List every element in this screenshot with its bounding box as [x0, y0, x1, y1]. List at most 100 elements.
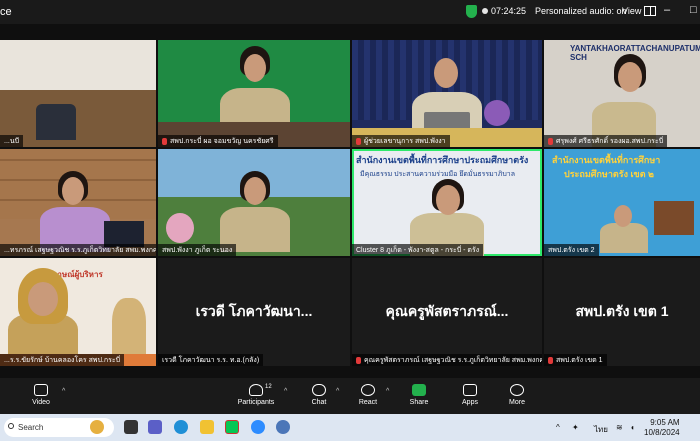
wifi-icon[interactable]: ≋ — [616, 423, 623, 432]
more-label: More — [509, 399, 525, 406]
zoom-window: ce 07:24:25 Personalized audio: on View … — [0, 0, 700, 441]
participant-face — [614, 205, 632, 227]
participant-face — [244, 177, 266, 205]
mic-muted-icon — [548, 137, 553, 145]
participant-name: ...นบี — [0, 135, 24, 147]
chat-icon — [312, 384, 326, 396]
search-placeholder: Search — [18, 423, 44, 432]
video-gallery: ...นบี สพป.กระบี่ ผอ จอมขวัญ นครชัยศรี ผ… — [0, 40, 700, 366]
meeting-timer: 07:24:25 — [491, 6, 527, 16]
more-button[interactable]: More — [492, 384, 542, 406]
participant-name: สพป.ตรัง เขต 2 — [544, 244, 599, 256]
second-person — [112, 298, 146, 356]
apps-icon — [463, 384, 477, 396]
participant-display-name: สพป.ตรัง เขต 1 — [575, 303, 669, 319]
video-tile[interactable]: YANTAKHAORATTACHANUPATUM SCH ศรุพงศ์ ศรี… — [544, 40, 700, 147]
share-label: Share — [409, 399, 429, 406]
mic-muted-icon — [356, 356, 361, 364]
zoom-app-icon[interactable] — [251, 420, 265, 434]
personalized-audio-status[interactable]: Personalized audio: on — [535, 6, 627, 16]
participant-name: สพป.กระบี่ ผอ จอมขวัญ นครชัยศรี — [158, 135, 278, 147]
participant-name: ...ทรภรณ์ เสฐษฐวณิช ร.ร.ภูเก็ตวิทยาลัย ส… — [0, 244, 156, 256]
record-icon — [482, 8, 488, 14]
train-image — [654, 201, 694, 235]
participant-face — [434, 58, 458, 88]
react-chevron-icon[interactable]: ^ — [386, 388, 389, 395]
participants-icon — [249, 384, 263, 396]
video-options-chevron-icon[interactable]: ^ — [62, 388, 65, 395]
participant-body — [600, 223, 648, 253]
video-tile[interactable]: ...นบี — [0, 40, 156, 147]
video-tile[interactable]: ...ทรภรณ์ เสฐษฐวณิช ร.ร.ภูเก็ตวิทยาลัย ส… — [0, 149, 156, 256]
participants-count-badge: 12 — [265, 384, 272, 390]
video-tile[interactable]: สพป.กระบี่ ผอ จอมขวัญ นครชัยศรี — [158, 40, 350, 147]
flower-bouquet — [484, 100, 510, 126]
office-banner: สำนักงานเขตพื้นที่การศึกษา — [552, 155, 661, 165]
office-banner: สำนักงานเขตพื้นที่การศึกษาประถมศึกษาตรัง — [356, 155, 529, 165]
participant-display-name: เรวดี โภคาวัฒนา... — [195, 303, 313, 319]
task-view-icon[interactable] — [124, 420, 138, 434]
apps-label: Apps — [462, 399, 478, 406]
line-app-icon[interactable] — [225, 420, 239, 434]
participant-name: ...ร.ร.ขัยรักษ์ บ้านคลองโคร สพป.กระบี่ — [0, 354, 125, 366]
participants-label: Participants — [237, 399, 275, 406]
share-screen-icon — [412, 384, 426, 396]
input-language[interactable]: ไทย — [594, 423, 608, 436]
video-off-tile[interactable]: เรวดี โภคาวัฒนา... เรวดี โภคาวัฒนา ร.ร. … — [158, 258, 350, 366]
chat-label: Chat — [311, 399, 327, 406]
clock-time: 9:05 AM — [650, 418, 680, 427]
office-banner-district: ประถมศึกษาตรัง เขต ๒ — [564, 169, 654, 179]
participants-button[interactable]: Participants — [231, 384, 281, 406]
apps-button[interactable]: Apps — [445, 384, 495, 406]
participant-name: ศรุพงศ์ ศรีธรศักดิ์ รองผอ.สพป.กระบี่ — [544, 135, 668, 147]
video-tile[interactable]: สพป.พังงา ภูเก็ต ระนอง — [158, 149, 350, 256]
share-button[interactable]: Share — [394, 384, 444, 406]
settings-gear-icon[interactable] — [276, 420, 290, 434]
video-tile[interactable]: สำนักงานเขตพื้นที่การศึกษา ประถมศึกษาตรั… — [544, 149, 700, 256]
wood-cabinet — [0, 90, 156, 147]
participant-name: Cluster 8 ภูเก็ต - พังงา-สตูล - กระบี่ -… — [352, 244, 484, 256]
participant-face — [244, 54, 266, 82]
participant-face — [62, 177, 84, 205]
widget-icon[interactable] — [90, 420, 104, 434]
video-tile[interactable]: สัมภาษณ์ผู้บริหาร ...ร.ร.ขัยรักษ์ บ้านคล… — [0, 258, 156, 366]
teams-icon[interactable] — [148, 420, 162, 434]
mic-muted-icon — [548, 356, 553, 364]
camera-icon — [34, 384, 48, 396]
shield-icon[interactable] — [466, 5, 477, 18]
file-explorer-icon[interactable] — [200, 420, 214, 434]
app-title: ce — [0, 6, 12, 18]
minimize-button[interactable]: – — [664, 4, 670, 16]
video-off-tile[interactable]: สพป.ตรัง เขต 1 สพป.ตรัง เขต 1 — [544, 258, 700, 366]
volume-icon[interactable]: ◖ — [630, 423, 635, 432]
participant-face — [618, 62, 642, 92]
heart-icon — [361, 384, 375, 396]
video-label: Video — [32, 399, 50, 406]
chat-chevron-icon[interactable]: ^ — [336, 388, 339, 395]
maximize-button[interactable]: □ — [690, 4, 697, 16]
video-off-tile[interactable]: คุณครูพัสตราภรณ์... คุณครูพัสตราภรณ์ เสฐ… — [352, 258, 542, 366]
participant-name: เรวดี โภคาวัฒนา ร.ร. ท.อ.(กลัง) — [158, 354, 264, 366]
participant-face — [436, 185, 460, 215]
participants-chevron-icon[interactable]: ^ — [284, 388, 287, 395]
participant-display-name: คุณครูพัสตราภรณ์... — [385, 303, 509, 319]
system-clock[interactable]: 9:05 AM 10/8/2024 — [644, 418, 680, 438]
meeting-toolbar: Video ^ Participants 12 ^ Chat ^ React ^… — [0, 378, 700, 414]
clock-date: 10/8/2024 — [644, 428, 680, 437]
mic-muted-icon — [162, 137, 167, 145]
tray-app-icon[interactable]: ✦ — [572, 423, 579, 432]
video-button[interactable]: Video — [16, 384, 66, 406]
office-chair — [36, 104, 76, 140]
office-slogan: มีคุณธรรม ประสานความร่วมมือ ยึดมั่นธรรมา… — [360, 171, 515, 178]
view-button[interactable]: View — [622, 6, 641, 16]
grid-view-icon[interactable] — [644, 6, 656, 16]
windows-taskbar: Search ^ ✦ ไทย ≋ ◖ 9:05 AM 10/8/2024 — [0, 414, 700, 441]
edge-icon[interactable] — [174, 420, 188, 434]
search-icon — [8, 423, 14, 429]
participant-face — [28, 282, 58, 316]
video-tile[interactable]: ผู้ช่วยเลขานุการ สพป.พังงา — [352, 40, 542, 147]
tray-chevron-icon[interactable]: ^ — [556, 423, 560, 432]
participant-name: สพป.ตรัง เขต 1 — [544, 354, 607, 366]
active-speaker-tile[interactable]: สำนักงานเขตพื้นที่การศึกษาประถมศึกษาตรัง… — [352, 149, 542, 256]
participant-name: ผู้ช่วยเลขานุการ สพป.พังงา — [352, 135, 450, 147]
